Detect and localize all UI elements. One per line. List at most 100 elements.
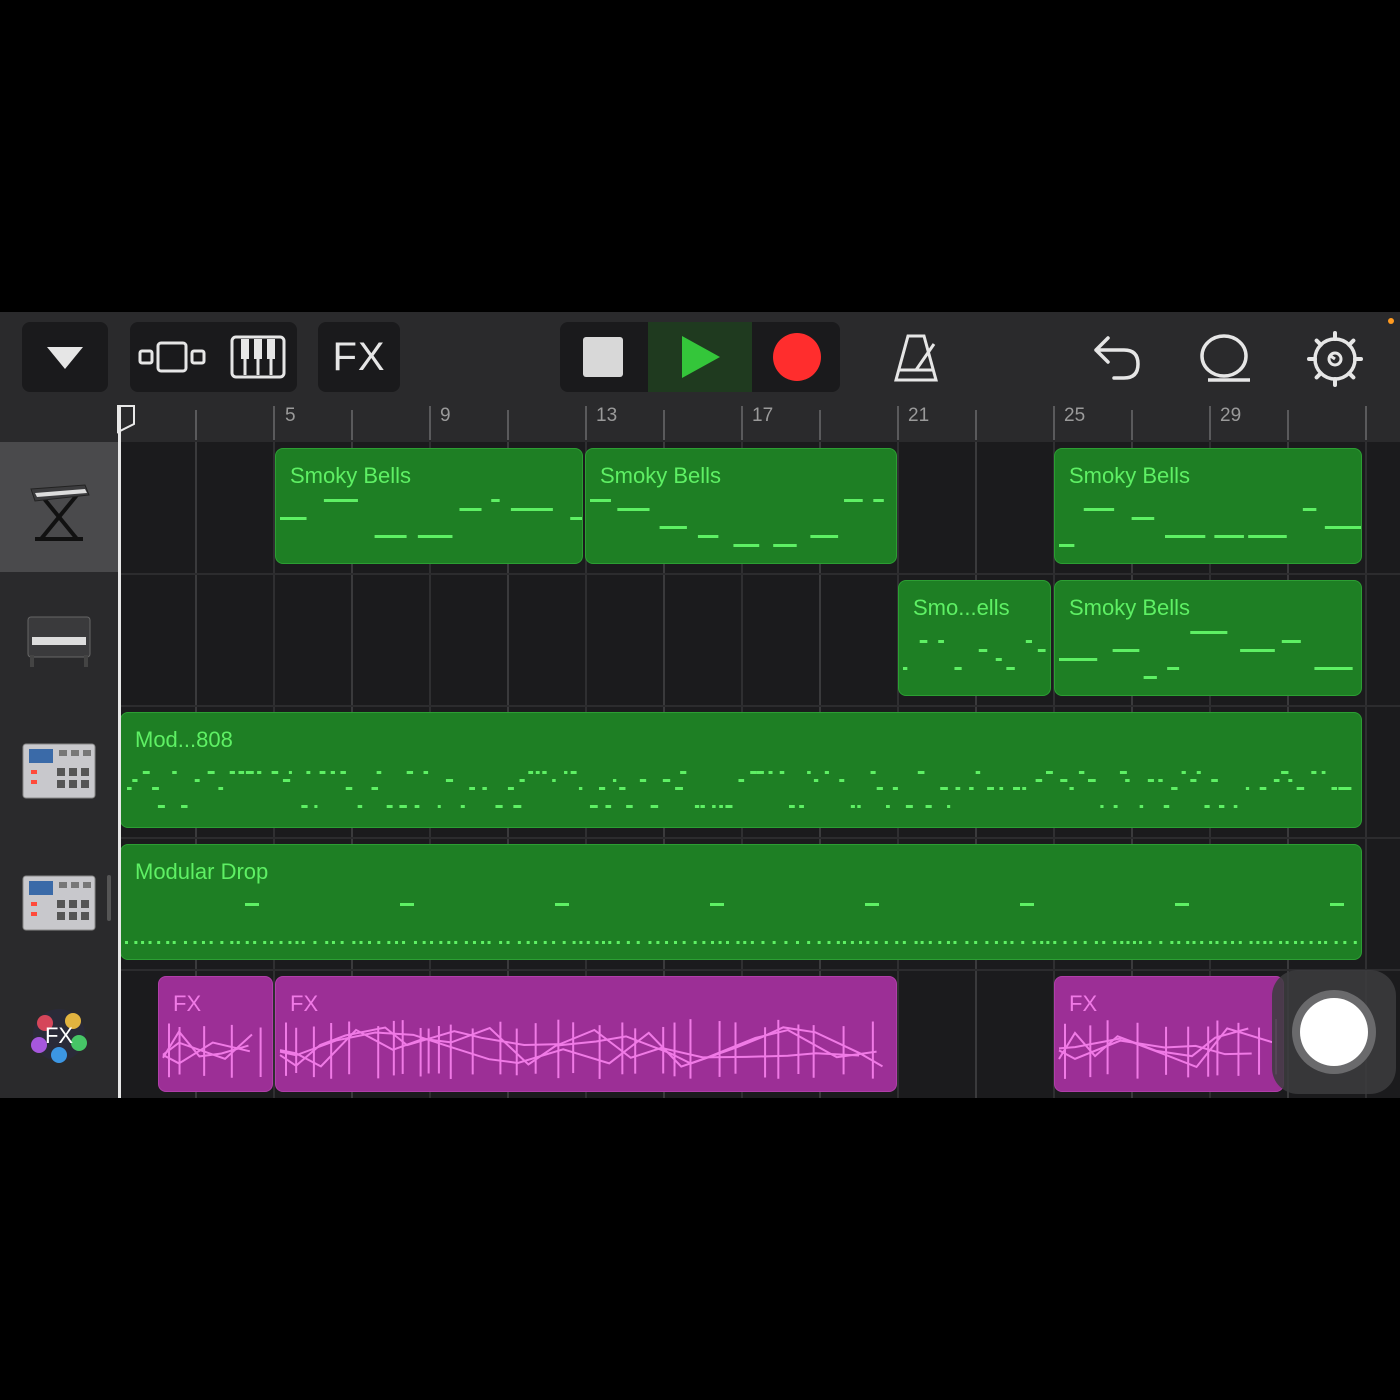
midi-note [1120,941,1124,944]
midi-note [917,771,925,774]
midi-note [270,941,274,944]
midi-note [1073,941,1077,944]
midi-note [1302,508,1317,511]
play-button[interactable] [648,322,752,392]
undo-button[interactable] [1090,332,1144,386]
region-fx[interactable]: FX [1054,976,1284,1092]
lane-separator [118,969,1400,971]
midi-note [807,941,811,944]
midi-note [919,640,928,643]
region-fx[interactable]: FX [158,976,273,1092]
garageband-window: FX 5 9 13 17 21 25 29 FX Smoky Bells Smo… [0,312,1400,1098]
track-header-modular-drop[interactable] [0,838,118,968]
midi-note [1294,941,1298,944]
settings-button[interactable] [1306,330,1364,388]
region-smoky-bells[interactable]: Smoky Bells [585,448,897,564]
ruler-bar-number: 17 [752,405,774,426]
midi-note [1344,787,1352,790]
piano-keys-icon [230,335,285,379]
instrument-view-button[interactable] [218,322,297,392]
midi-note [1119,771,1127,774]
midi-note [1148,941,1152,944]
midi-note [157,941,161,944]
playhead-handle[interactable] [116,404,136,434]
assistive-touch-button[interactable] [1272,970,1396,1094]
ruler-tick [741,406,743,440]
my-songs-button[interactable] [22,322,108,392]
midi-note [844,499,863,502]
ruler-tick [195,410,197,440]
ruler-tick [585,406,587,440]
midi-note [874,941,878,944]
midi-note [406,771,414,774]
region-smoky-bells[interactable]: Smoky Bells [1054,448,1362,564]
midi-note [555,903,569,906]
midi-note [422,941,426,944]
tracks-view-button[interactable] [130,322,214,392]
midi-note [710,903,724,906]
timeline-ruler[interactable]: 5 9 13 17 21 25 29 + [0,402,1400,531]
midi-note [616,941,620,944]
metronome-button[interactable] [888,330,944,386]
track-header-electric-piano[interactable] [0,574,118,704]
midi-note [954,667,962,670]
midi-note [183,941,187,944]
midi-note [987,787,994,790]
metronome-icon [894,334,938,382]
stop-button[interactable] [560,322,646,392]
midi-note [756,771,764,774]
track-header-fx[interactable]: FX [0,970,118,1098]
tracks-area[interactable]: Smoky Bells Smoky Bells Smoky Bells Smo.… [118,442,1400,1098]
midi-note [1059,544,1075,547]
midi-note [459,508,482,511]
record-button[interactable] [754,322,840,392]
midi-note [238,771,245,774]
midi-note [650,805,659,808]
midi-note [417,535,453,538]
midi-note [1037,649,1046,652]
midi-note [528,771,534,774]
midi-note [330,771,335,774]
region-smoky-bells[interactable]: Smoky Bells [1054,580,1362,696]
midi-note [142,771,150,774]
midi-note [1181,771,1186,774]
loop-browser-button[interactable] [1196,330,1254,388]
chevron-down-icon [47,347,83,369]
midi-note [648,941,652,944]
region-modular-drop[interactable]: Modular Drop [120,844,1362,960]
midi-note [301,941,305,944]
midi-note [570,771,577,774]
midi-note [1311,771,1317,774]
fx-track-icon: FX [31,1009,87,1063]
midi-note [969,787,974,790]
ruler-tick [975,410,977,440]
midi-note [535,771,540,774]
fx-track-icon-label: FX [45,1023,73,1048]
midi-note [181,805,188,808]
midi-note [1132,941,1136,944]
midi-notes [280,499,582,538]
midi-note [773,544,797,547]
region-modular-808[interactable]: Mod...808 [120,712,1362,828]
ruler-bar-number: 21 [908,405,930,426]
track-header-drum-machine-808[interactable] [0,706,118,836]
ruler-tick [1053,406,1055,440]
midi-note [570,517,582,520]
midi-note [636,941,640,944]
midi-notes [127,771,1352,808]
view-toggle-group [130,322,297,392]
region-fx[interactable]: FX [275,976,897,1092]
fx-automation [162,1023,262,1078]
track-header-resize-handle[interactable] [107,875,111,921]
region-smoky-bells[interactable]: Smoky Bells [275,448,583,564]
midi-note [1163,805,1170,808]
midi-note [965,941,969,944]
midi-note [772,941,776,944]
midi-note [282,779,291,782]
midi-note [280,517,307,520]
fx-button[interactable]: FX [318,322,400,392]
track-header-smoky-bells[interactable] [0,442,118,572]
region-smoky-bells-short[interactable]: Smo...ells [898,580,1051,696]
midi-note [876,787,883,790]
playhead[interactable] [118,407,121,1098]
